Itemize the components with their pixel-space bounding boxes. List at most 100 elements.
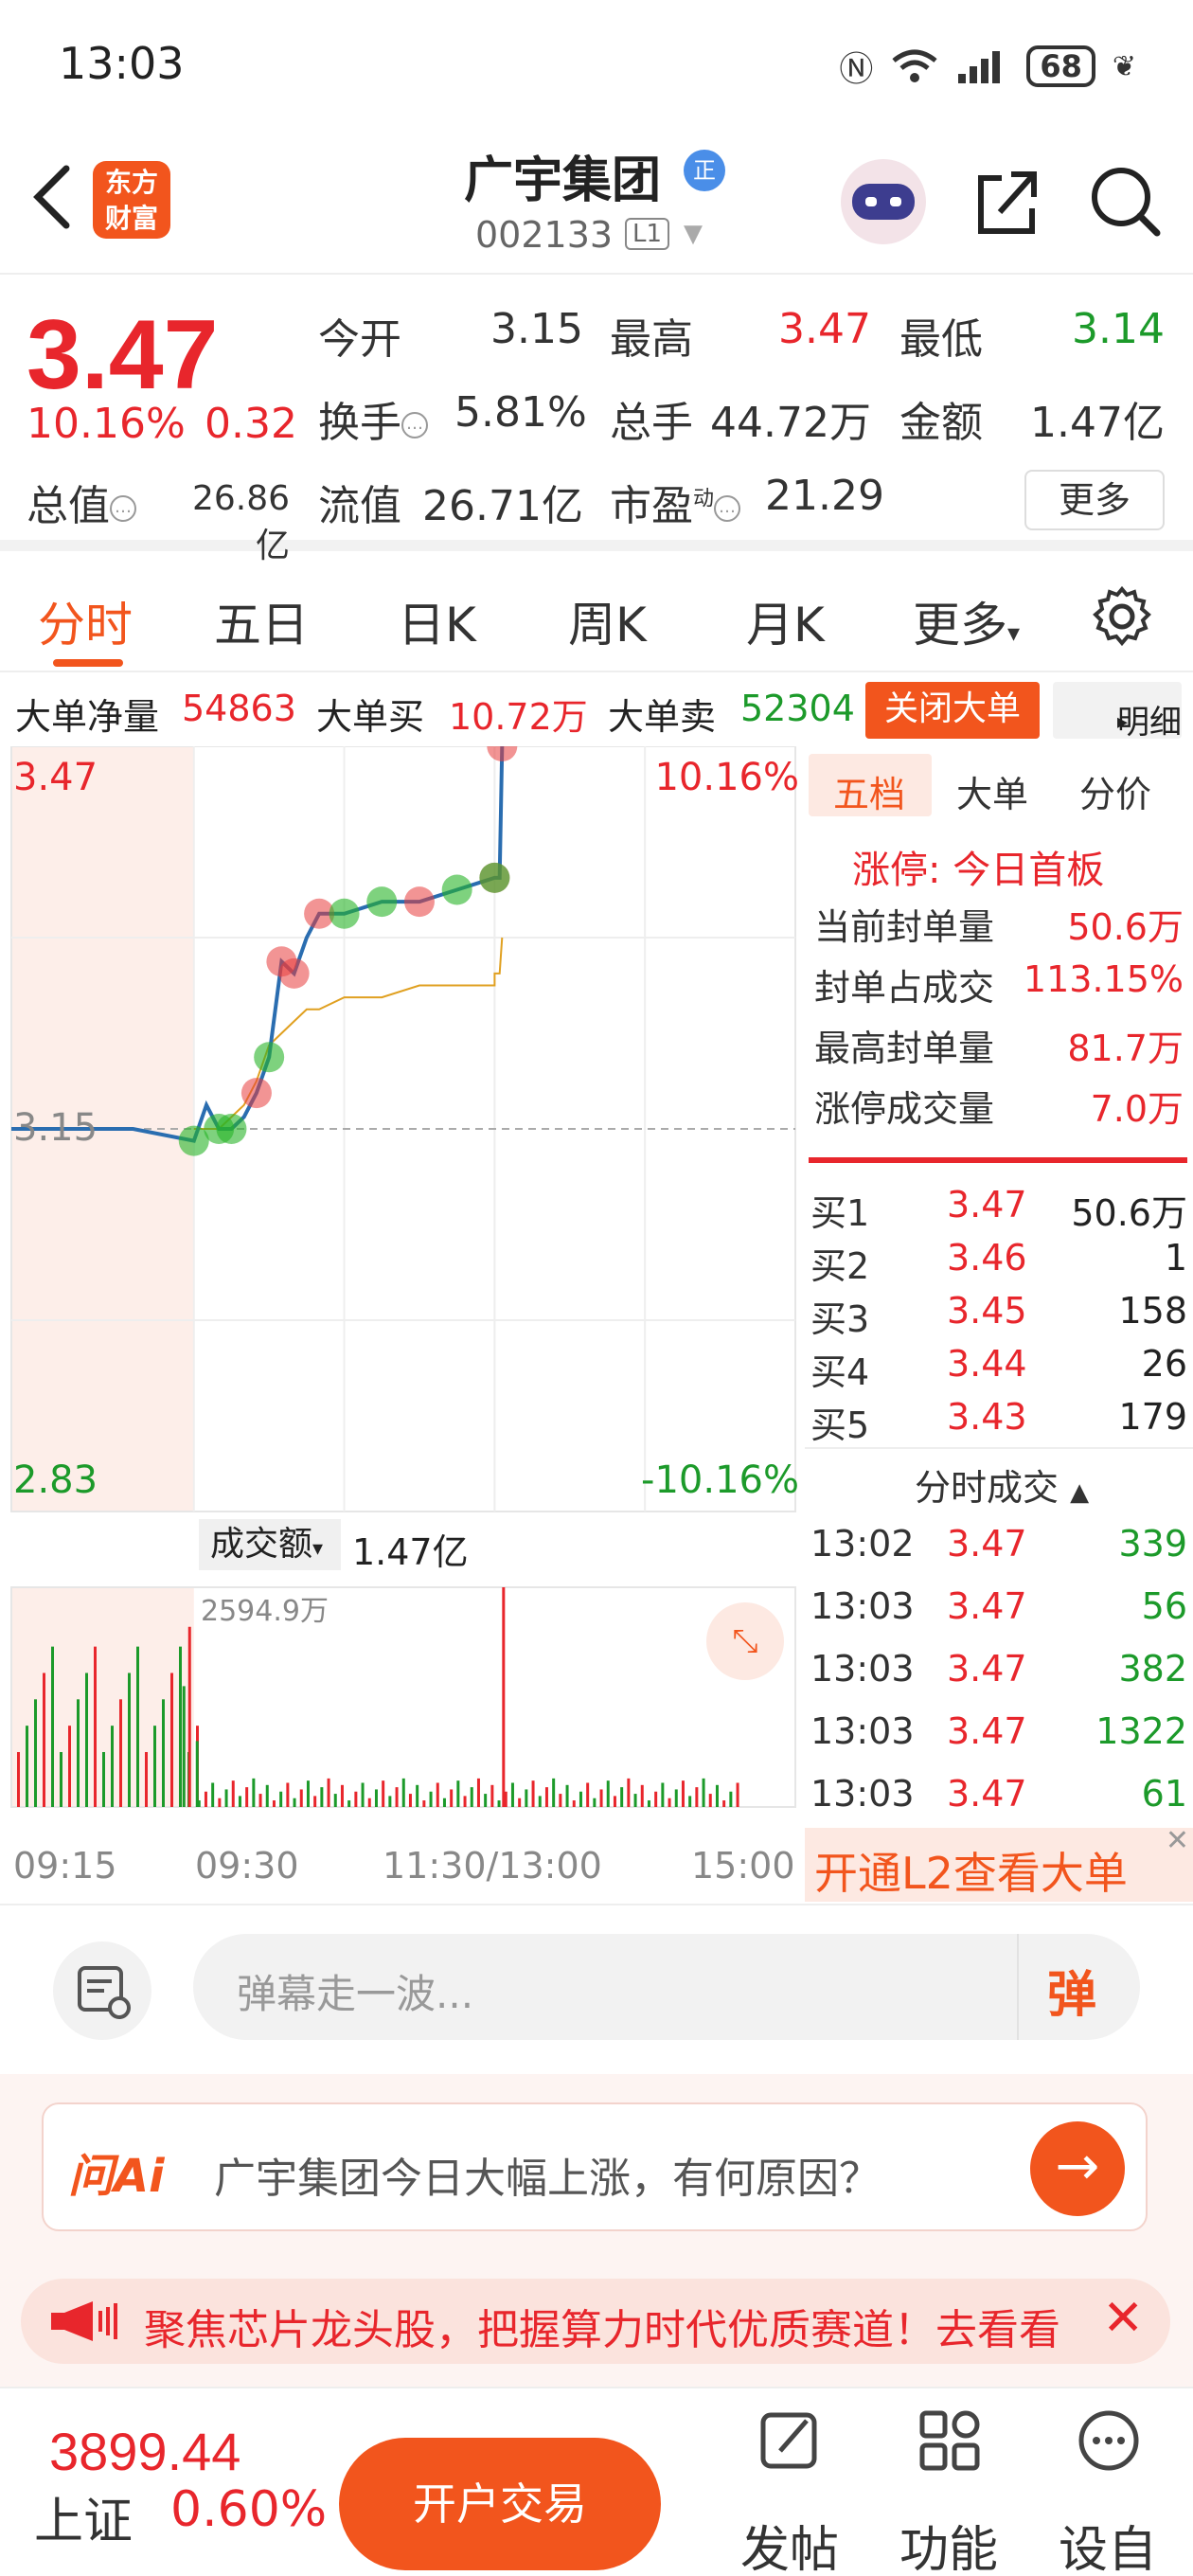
volume-bar bbox=[579, 1791, 582, 1807]
search-icon[interactable] bbox=[1087, 163, 1163, 239]
add-watchlist-button[interactable]: 设自选 bbox=[1042, 2398, 1174, 2576]
change-percent: 10.16% bbox=[27, 400, 186, 448]
stock-code[interactable]: 002133 bbox=[475, 214, 613, 256]
tick-volume: 1322 bbox=[1095, 1710, 1187, 1752]
buy-marker bbox=[240, 1078, 272, 1109]
gear-icon[interactable] bbox=[1089, 583, 1155, 650]
volume-bar bbox=[674, 1789, 678, 1807]
volume-bar bbox=[531, 1780, 535, 1807]
open-value: 3.15 bbox=[490, 305, 583, 353]
ai-section: 问Ai 广宇集团今日大幅上涨，有何原因？ → 聚焦芯片龙头股，把握算力时代优质赛… bbox=[0, 2074, 1193, 2387]
pe-label: 市盈动… bbox=[610, 472, 741, 532]
note-settings-icon[interactable] bbox=[53, 1941, 151, 2040]
promo-text: 聚焦芯片龙头股，把握算力时代优质赛道！去看看 bbox=[144, 2306, 1060, 2354]
detail-button[interactable]: 明细 ▸ bbox=[1053, 682, 1182, 742]
bid-volume: 50.6万 bbox=[1071, 1192, 1187, 1234]
bid-label: 买4 bbox=[810, 1351, 870, 1393]
expand-icon[interactable]: ⤡ bbox=[706, 1602, 784, 1680]
x-axis-label: 09:15 bbox=[13, 1845, 117, 1887]
stock-header: 东方 财富 广宇集团 正 002133 L1 ▼ bbox=[0, 133, 1193, 275]
volume-type-select[interactable]: 成交额▾ bbox=[199, 1519, 341, 1570]
volume-bar bbox=[429, 1791, 433, 1807]
volume-bar bbox=[408, 1794, 412, 1807]
info-icon[interactable]: … bbox=[110, 495, 136, 522]
limit-up-title: 涨停: 今日首板 bbox=[852, 849, 1105, 892]
limit-stat-value: 81.7万 bbox=[1067, 1028, 1184, 1069]
volume-value: 44.72万 bbox=[710, 399, 871, 447]
stock-name: 广宇集团 bbox=[464, 152, 662, 209]
share-icon[interactable] bbox=[973, 163, 1040, 239]
chart-canvas[interactable] bbox=[0, 731, 803, 1902]
close-icon[interactable]: ✕ bbox=[1166, 1824, 1189, 1857]
danmu-toggle-button[interactable]: 弹 bbox=[1017, 1934, 1140, 2040]
index-percent[interactable]: 0.60% bbox=[170, 2481, 327, 2538]
low-value: 3.14 bbox=[1072, 305, 1165, 353]
volume-max-label: 2594.9万 bbox=[201, 1595, 329, 1628]
tick-price: 3.47 bbox=[947, 1648, 1027, 1690]
promo-banner[interactable]: 聚焦芯片龙头股，把握算力时代优质赛道！去看看 ✕ bbox=[21, 2279, 1170, 2364]
info-icon[interactable]: … bbox=[714, 495, 741, 522]
tab-daily-k[interactable]: 日K bbox=[398, 587, 476, 655]
bid-volume: 158 bbox=[1118, 1290, 1187, 1332]
close-big-order-button[interactable]: 关闭大单 bbox=[865, 682, 1040, 739]
tab-weekly-k[interactable]: 周K bbox=[568, 587, 647, 655]
volume-bar bbox=[715, 1784, 719, 1807]
volume-label: 总手 bbox=[610, 399, 693, 447]
ai-question-box[interactable]: 问Ai 广宇集团今日大幅上涨，有何原因？ → bbox=[42, 2102, 1148, 2231]
volume-bar bbox=[51, 1646, 54, 1807]
add-watchlist-label: 设自选 bbox=[1058, 2522, 1157, 2576]
buy-marker bbox=[403, 886, 435, 918]
volume-bar bbox=[313, 1796, 317, 1807]
more-circle-icon bbox=[1078, 2410, 1139, 2471]
assistant-avatar[interactable] bbox=[841, 159, 926, 244]
bid-label: 买5 bbox=[810, 1404, 870, 1446]
bid-volume: 26 bbox=[1141, 1343, 1187, 1385]
panel-tab-big[interactable]: 大单 bbox=[956, 765, 1028, 817]
volume-bar bbox=[544, 1787, 548, 1807]
tab-intraday[interactable]: 分时 bbox=[38, 587, 133, 655]
functions-button[interactable]: 功能 bbox=[882, 2398, 1015, 2576]
x-axis-label: 15:00 bbox=[691, 1845, 795, 1887]
caret-down-icon[interactable]: ▼ bbox=[684, 220, 703, 248]
volume-bar bbox=[60, 1752, 62, 1807]
robot-icon bbox=[852, 184, 915, 220]
panel-tab-price[interactable]: 分价 bbox=[1079, 765, 1151, 817]
volume-bar bbox=[245, 1787, 249, 1807]
volume-bar bbox=[204, 1791, 207, 1807]
sell-marker bbox=[216, 1114, 247, 1144]
limit-stat-label: 最高封单量 bbox=[814, 1028, 995, 1069]
close-icon[interactable]: ✕ bbox=[1102, 2290, 1144, 2347]
volume-bar bbox=[211, 1782, 215, 1807]
volume-bar bbox=[340, 1784, 344, 1807]
index-value[interactable]: 3899.44 bbox=[49, 2421, 240, 2482]
back-button[interactable] bbox=[28, 159, 85, 244]
volume-bar bbox=[586, 1782, 590, 1807]
volume-bar bbox=[647, 1800, 650, 1807]
post-button[interactable]: 发帖 bbox=[723, 2398, 856, 2576]
y-axis-bottom: 2.83 bbox=[13, 1458, 98, 1502]
l2-banner[interactable]: 开通L2查看大单 ✕ bbox=[805, 1824, 1193, 1902]
volume-bar bbox=[162, 1699, 165, 1807]
danmu-input[interactable]: 弹幕走一波... 弹 bbox=[193, 1934, 1140, 2040]
big-buy-label: 大单买 bbox=[316, 696, 425, 738]
leaf-icon: ❦ bbox=[1112, 49, 1136, 83]
bid-volume: 1 bbox=[1164, 1237, 1187, 1279]
intraday-chart[interactable]: 3.47 3.15 2.83 10.16% -10.16% 成交额▾ 1.47亿… bbox=[0, 731, 803, 1902]
app-logo[interactable]: 东方 财富 bbox=[93, 161, 170, 239]
panel-tab-five[interactable]: 五档 bbox=[833, 765, 905, 817]
volume-bar bbox=[613, 1796, 616, 1807]
change-amount: 0.32 bbox=[205, 400, 297, 448]
tab-monthly-k[interactable]: 月K bbox=[746, 587, 825, 655]
index-name[interactable]: 上证 bbox=[34, 2481, 133, 2552]
more-button[interactable]: 更多 bbox=[1024, 470, 1165, 530]
ticks-title[interactable]: 分时成交 ▲ bbox=[915, 1458, 1089, 1511]
tab-five-day[interactable]: 五日 bbox=[214, 587, 309, 655]
info-icon[interactable]: … bbox=[401, 412, 428, 438]
volume-bar bbox=[195, 1741, 199, 1807]
tick-price: 3.47 bbox=[947, 1773, 1027, 1815]
volume-bar bbox=[43, 1673, 45, 1807]
arrow-right-icon[interactable]: → bbox=[1030, 2121, 1125, 2216]
open-account-button[interactable]: 开户交易 bbox=[339, 2438, 661, 2570]
volume-bar bbox=[252, 1778, 256, 1807]
tab-more[interactable]: 更多▾ bbox=[913, 587, 1020, 655]
